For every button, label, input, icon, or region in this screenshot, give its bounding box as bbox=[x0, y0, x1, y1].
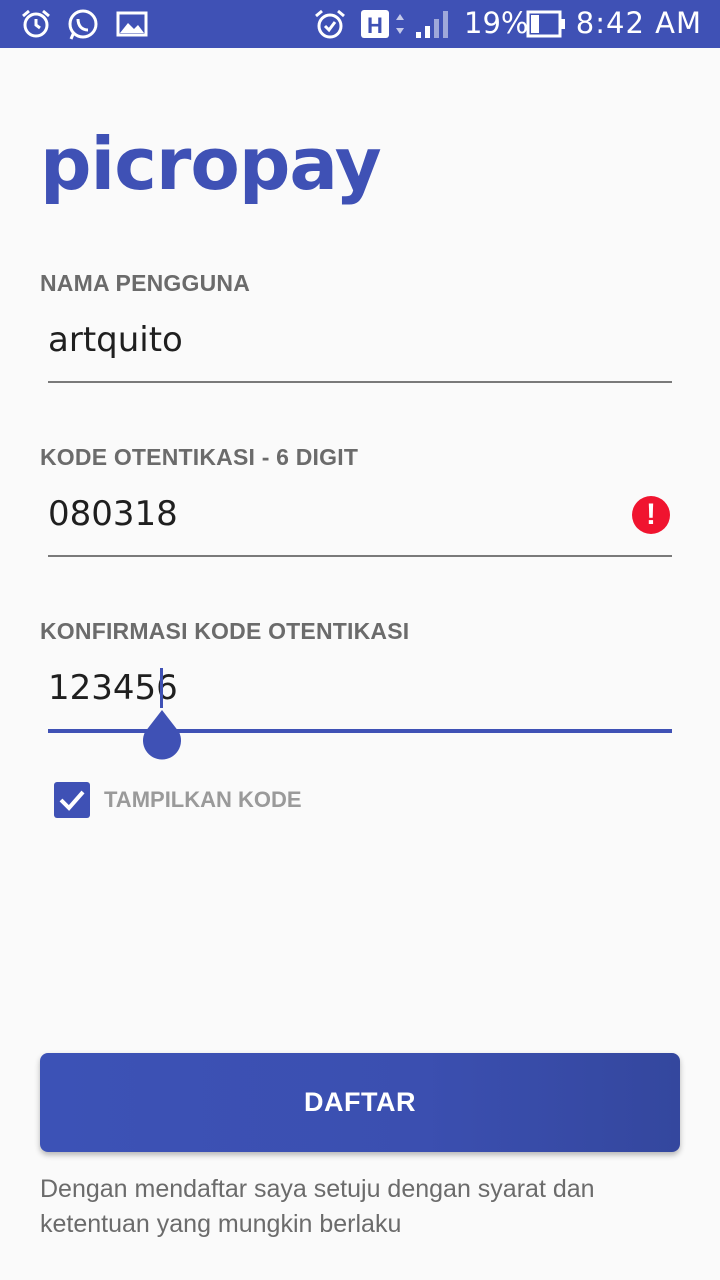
image-icon bbox=[116, 8, 148, 45]
show-code-label[interactable]: TAMPILKAN KODE bbox=[104, 787, 302, 813]
confirm-code-input[interactable]: 123456 bbox=[48, 668, 178, 708]
username-input[interactable]: artquito bbox=[48, 320, 183, 360]
text-cursor bbox=[160, 668, 163, 708]
terms-line-1: Dengan mendaftar saya setuju dengan syar… bbox=[40, 1175, 595, 1203]
checkmark-icon bbox=[59, 790, 85, 811]
error-icon: ! bbox=[632, 496, 670, 534]
clock: 8:42 AM bbox=[575, 6, 702, 40]
show-code-checkbox[interactable] bbox=[54, 782, 90, 818]
alarm-icon bbox=[312, 8, 348, 47]
whatsapp-icon bbox=[66, 8, 100, 47]
status-bar: H 19% 8:42 AM bbox=[0, 0, 720, 48]
alarm-icon bbox=[20, 8, 52, 45]
register-button-label: DAFTAR bbox=[304, 1087, 416, 1117]
username-underline bbox=[48, 381, 672, 383]
terms-line-2: ketentuan yang mungkin berlaku bbox=[40, 1210, 402, 1238]
auth-code-input[interactable]: 080318 bbox=[48, 494, 178, 534]
auth-code-underline bbox=[48, 555, 672, 557]
terms-text: Dengan mendaftar saya setuju dengan syar… bbox=[40, 1172, 680, 1242]
signal-icon bbox=[414, 8, 454, 45]
network-h-icon: H bbox=[360, 8, 408, 45]
app-logo: picropay bbox=[40, 122, 382, 206]
battery-percent: 19% bbox=[464, 6, 529, 40]
svg-text:H: H bbox=[367, 13, 383, 38]
confirm-code-label: KONFIRMASI KODE OTENTIKASI bbox=[40, 618, 410, 644]
auth-code-label: KODE OTENTIKASI - 6 DIGIT bbox=[40, 444, 359, 470]
username-label: NAMA PENGGUNA bbox=[40, 270, 251, 296]
register-button[interactable]: DAFTAR bbox=[40, 1053, 680, 1152]
cursor-handle-icon[interactable] bbox=[142, 708, 182, 760]
battery-icon bbox=[526, 8, 568, 45]
